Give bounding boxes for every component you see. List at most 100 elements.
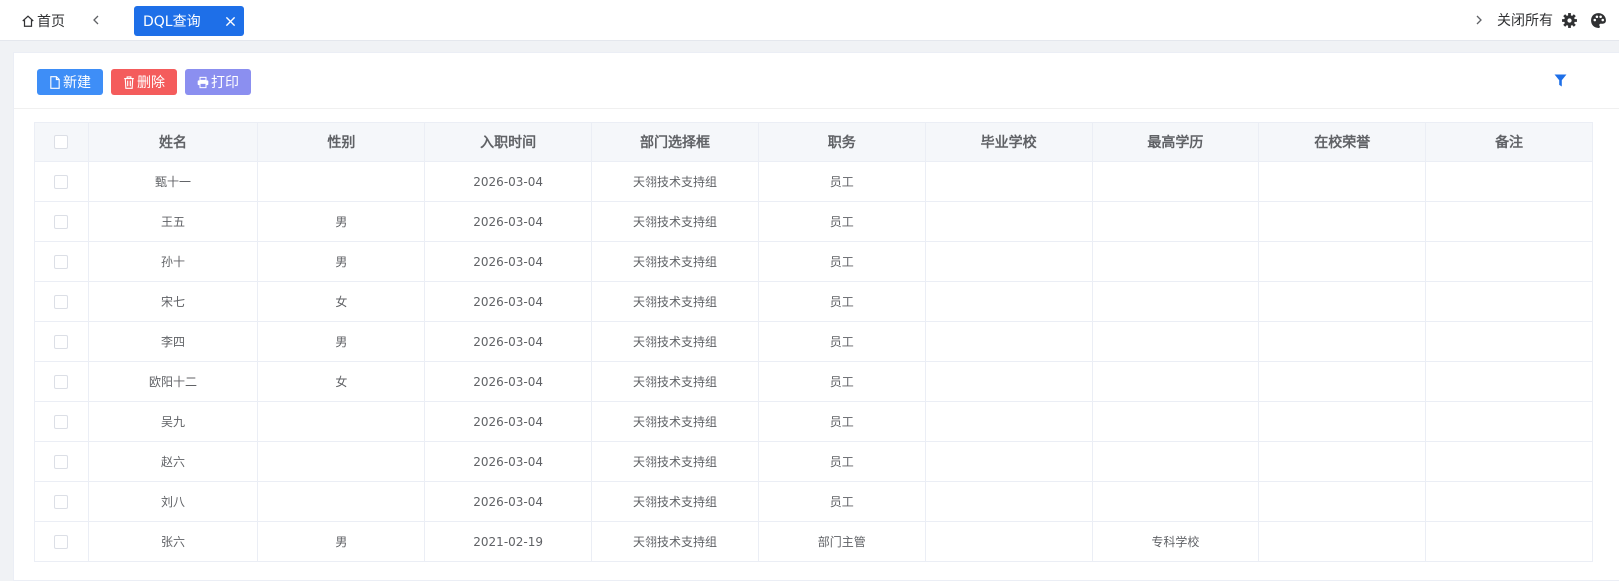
table-cell xyxy=(1091,321,1260,362)
row-checkbox[interactable] xyxy=(54,214,69,229)
table-row[interactable]: 王五男 2026-03-04 天翎技术支持组 员工 xyxy=(34,201,1593,242)
print-button[interactable]: 打印 xyxy=(185,69,251,95)
table-cell: 女 xyxy=(257,361,426,402)
table-row[interactable]: 孙十男 2026-03-04 天翎技术支持组 员工 xyxy=(34,241,1593,282)
column-header[interactable]: 部门选择框 xyxy=(591,122,759,162)
row-select-cell xyxy=(34,241,89,282)
close-icon[interactable] xyxy=(222,13,238,29)
table-cell xyxy=(1091,281,1260,322)
table-cell xyxy=(1091,201,1260,242)
new-button[interactable]: 新建 xyxy=(37,69,103,95)
select-all-checkbox[interactable] xyxy=(54,135,69,149)
table-cell: 刘八 xyxy=(87,481,259,522)
home-tab[interactable]: 首页 xyxy=(21,10,65,32)
table-cell: 天翎技术支持组 xyxy=(591,361,759,402)
row-checkbox[interactable] xyxy=(54,294,69,309)
table-cell: 赵六 xyxy=(87,441,259,482)
table-cell xyxy=(924,361,1093,402)
table-cell xyxy=(1425,201,1593,242)
table-cell: 员工 xyxy=(757,361,926,402)
table-cell xyxy=(1258,201,1427,242)
column-header[interactable]: 入职时间 xyxy=(424,122,593,162)
table-row[interactable]: 李四男 2026-03-04 天翎技术支持组 员工 xyxy=(34,321,1593,362)
chevron-right-icon[interactable] xyxy=(1470,11,1488,29)
file-icon xyxy=(50,75,60,89)
palette-icon[interactable] xyxy=(1590,12,1607,29)
column-header[interactable]: 备注 xyxy=(1425,122,1593,162)
delete-button[interactable]: 删除 xyxy=(111,69,177,95)
table-cell: 员工 xyxy=(757,161,926,202)
table-cell: 2026-03-04 xyxy=(424,201,593,242)
table-row[interactable]: 刘八 2026-03-04 天翎技术支持组 员工 xyxy=(34,481,1593,522)
row-checkbox[interactable] xyxy=(54,174,69,189)
table-row[interactable]: 张六男 2021-02-19 天翎技术支持组 部门主管 专科学校 xyxy=(34,521,1593,562)
table-cell xyxy=(1258,321,1427,362)
row-checkbox[interactable] xyxy=(54,494,69,509)
table-cell xyxy=(1425,361,1593,402)
row-checkbox[interactable] xyxy=(54,534,69,549)
toolbar: 新建 删除 打印 xyxy=(14,53,1619,109)
chevron-left-icon[interactable] xyxy=(87,11,105,29)
table-cell xyxy=(1258,361,1427,402)
table-row[interactable]: 欧阳十二女 2026-03-04 天翎技术支持组 员工 xyxy=(34,361,1593,402)
column-header[interactable]: 毕业学校 xyxy=(924,122,1093,162)
table-row[interactable]: 吴九 2026-03-04 天翎技术支持组 员工 xyxy=(34,401,1593,442)
row-select-cell xyxy=(34,481,89,522)
table-row[interactable]: 宋七女 2026-03-04 天翎技术支持组 员工 xyxy=(34,281,1593,322)
column-header[interactable]: 在校荣誉 xyxy=(1258,122,1427,162)
table-cell xyxy=(257,401,426,442)
table-cell: 女 xyxy=(257,281,426,322)
row-checkbox[interactable] xyxy=(54,374,69,389)
table-cell xyxy=(1425,321,1593,362)
table-cell xyxy=(1091,361,1260,402)
table-cell: 天翎技术支持组 xyxy=(591,241,759,282)
table-cell: 2026-03-04 xyxy=(424,241,593,282)
row-checkbox[interactable] xyxy=(54,334,69,349)
table-cell xyxy=(1425,161,1593,202)
row-select-cell xyxy=(34,361,89,402)
table-header-row: 姓名 性别 入职时间 部门选择框 职务 毕业学校 最高学历 在校荣誉 备注 xyxy=(34,122,1593,162)
row-checkbox[interactable] xyxy=(54,414,69,429)
home-tab-label: 首页 xyxy=(37,14,65,30)
column-header[interactable]: 职务 xyxy=(757,122,926,162)
row-select-cell xyxy=(34,201,89,242)
table-cell: 2026-03-04 xyxy=(424,281,593,322)
table-row[interactable]: 甄十一 2026-03-04 天翎技术支持组 员工 xyxy=(34,161,1593,202)
table-cell: 专科学校 xyxy=(1091,521,1260,562)
table-cell xyxy=(1425,401,1593,442)
table-cell xyxy=(1258,241,1427,282)
column-header[interactable]: 性别 xyxy=(257,122,426,162)
new-button-label: 新建 xyxy=(63,75,91,91)
table-cell xyxy=(1091,401,1260,442)
filter-icon[interactable] xyxy=(1554,74,1567,87)
table-cell xyxy=(1091,481,1260,522)
table-cell: 员工 xyxy=(757,241,926,282)
table-cell xyxy=(924,481,1093,522)
table-cell: 2026-03-04 xyxy=(424,401,593,442)
row-select-cell xyxy=(34,161,89,202)
table-cell xyxy=(257,481,426,522)
table-cell: 吴九 xyxy=(87,401,259,442)
table-cell: 甄十一 xyxy=(87,161,259,202)
tab-dql-query-label: DQL查询 xyxy=(143,14,201,30)
table-cell: 宋七 xyxy=(87,281,259,322)
row-select-cell xyxy=(34,401,89,442)
delete-button-label: 删除 xyxy=(137,75,165,91)
table-cell xyxy=(924,201,1093,242)
column-header[interactable]: 最高学历 xyxy=(1091,122,1260,162)
row-select-cell xyxy=(34,281,89,322)
table-cell xyxy=(1258,281,1427,322)
table-cell: 2026-03-04 xyxy=(424,441,593,482)
row-checkbox[interactable] xyxy=(54,254,69,269)
column-header[interactable]: 姓名 xyxy=(87,122,259,162)
table-cell xyxy=(257,441,426,482)
close-all-button[interactable]: 关闭所有 xyxy=(1497,10,1553,30)
table-cell xyxy=(1091,241,1260,282)
tab-dql-query[interactable]: DQL查询 xyxy=(134,6,244,36)
table-cell: 男 xyxy=(257,241,426,282)
table-cell xyxy=(1258,161,1427,202)
table-cell: 张六 xyxy=(87,521,259,562)
gear-icon[interactable] xyxy=(1561,12,1578,29)
table-row[interactable]: 赵六 2026-03-04 天翎技术支持组 员工 xyxy=(34,441,1593,482)
row-checkbox[interactable] xyxy=(54,454,69,469)
